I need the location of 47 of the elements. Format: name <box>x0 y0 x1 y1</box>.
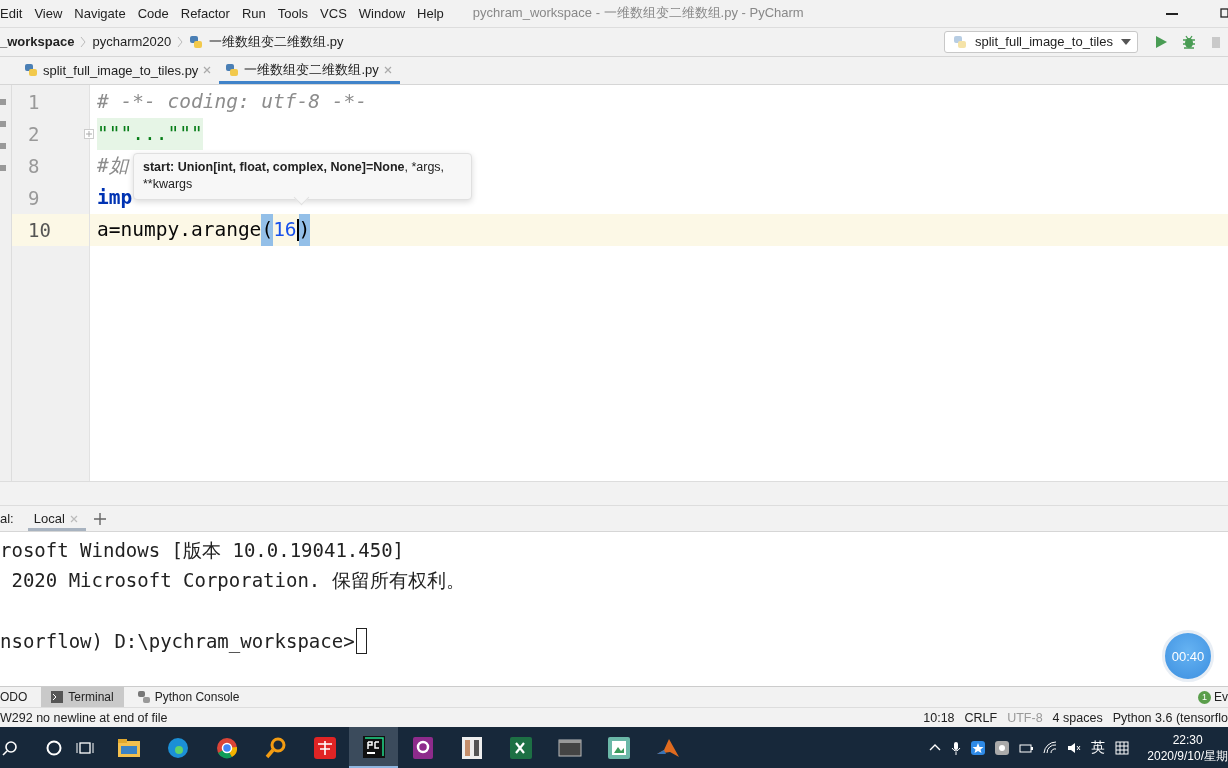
run-configuration-dropdown[interactable]: split_full_image_to_tiles <box>943 30 1138 53</box>
menu-item[interactable]: Help <box>412 6 449 21</box>
clock-date[interactable]: 2020/9/10/星期 <box>1147 747 1228 764</box>
code-comment: #如 <box>97 153 129 180</box>
code-keyword: imp <box>97 186 133 210</box>
status-message: W292 no newline at end of file <box>0 710 168 725</box>
menu-item[interactable]: Run <box>236 6 271 21</box>
editor-tab[interactable]: split_full_image_to_tiles.py <box>18 56 220 84</box>
status-item[interactable]: CRLF <box>964 710 998 725</box>
line-number: 1 <box>28 90 40 113</box>
status-item[interactable]: 4 spaces <box>1052 710 1103 725</box>
code-comment: # -*- coding: utf-8 -*- <box>97 90 368 114</box>
input-language[interactable]: 英 <box>1091 738 1106 757</box>
line-number: 10 <box>28 218 51 241</box>
breadcrumb[interactable]: _workspace <box>0 34 75 50</box>
line-number: 8 <box>28 154 40 177</box>
status-item[interactable]: 10:18 <box>923 710 955 725</box>
code-text: a=numpy.arange <box>97 218 262 242</box>
window-title: pychram_workspace - 一维数组变二维数组.py - PyCharm <box>472 4 804 23</box>
menu-item[interactable]: Code <box>132 6 174 21</box>
menu-item[interactable]: Edit <box>0 6 28 21</box>
menu-item[interactable]: View <box>29 6 68 21</box>
menu-item[interactable]: Window <box>353 6 411 21</box>
tool-window-tab[interactable]: Python Console <box>127 687 250 708</box>
menu-item[interactable]: Refactor <box>175 6 235 21</box>
bracket: ( <box>261 213 274 246</box>
tool-window-title: al: <box>0 511 14 527</box>
event-log-tab[interactable]: 1 Ev <box>1198 687 1228 708</box>
line-number: 9 <box>28 186 40 209</box>
line-number: 2 <box>28 122 40 145</box>
count-badge: 1 <box>1198 690 1211 704</box>
terminal-line: 2020 Microsoft Corporation. 保留所有权利。 <box>10 568 465 594</box>
menu-item[interactable]: Tools <box>272 6 314 21</box>
breadcrumb[interactable]: pycharm2020 <box>92 34 172 50</box>
code-number: 16 <box>273 218 297 242</box>
docstring: """...""" <box>97 117 203 150</box>
tool-window-tab[interactable]: Terminal <box>41 687 124 708</box>
tool-window-tab[interactable]: ODO <box>0 687 38 708</box>
clock-time[interactable]: 22:30 <box>1172 731 1203 748</box>
menu-item[interactable]: VCS <box>315 6 352 21</box>
status-item[interactable]: Python 3.6 (tensorflo <box>1112 710 1228 725</box>
breadcrumb[interactable]: 一维数组变二维数组.py <box>209 32 344 51</box>
event-log-label: Ev <box>1214 690 1228 705</box>
terminal-line: rosoft Windows [版本 10.0.19041.450] <box>0 538 405 564</box>
parameter-info-text: start: Union[int, float, complex, None]=None, *args, **kwargs <box>143 158 446 193</box>
menu-item[interactable]: Navigate <box>69 6 131 21</box>
terminal-prompt: nsorflow) D:\pychram_workspace> <box>0 630 355 653</box>
